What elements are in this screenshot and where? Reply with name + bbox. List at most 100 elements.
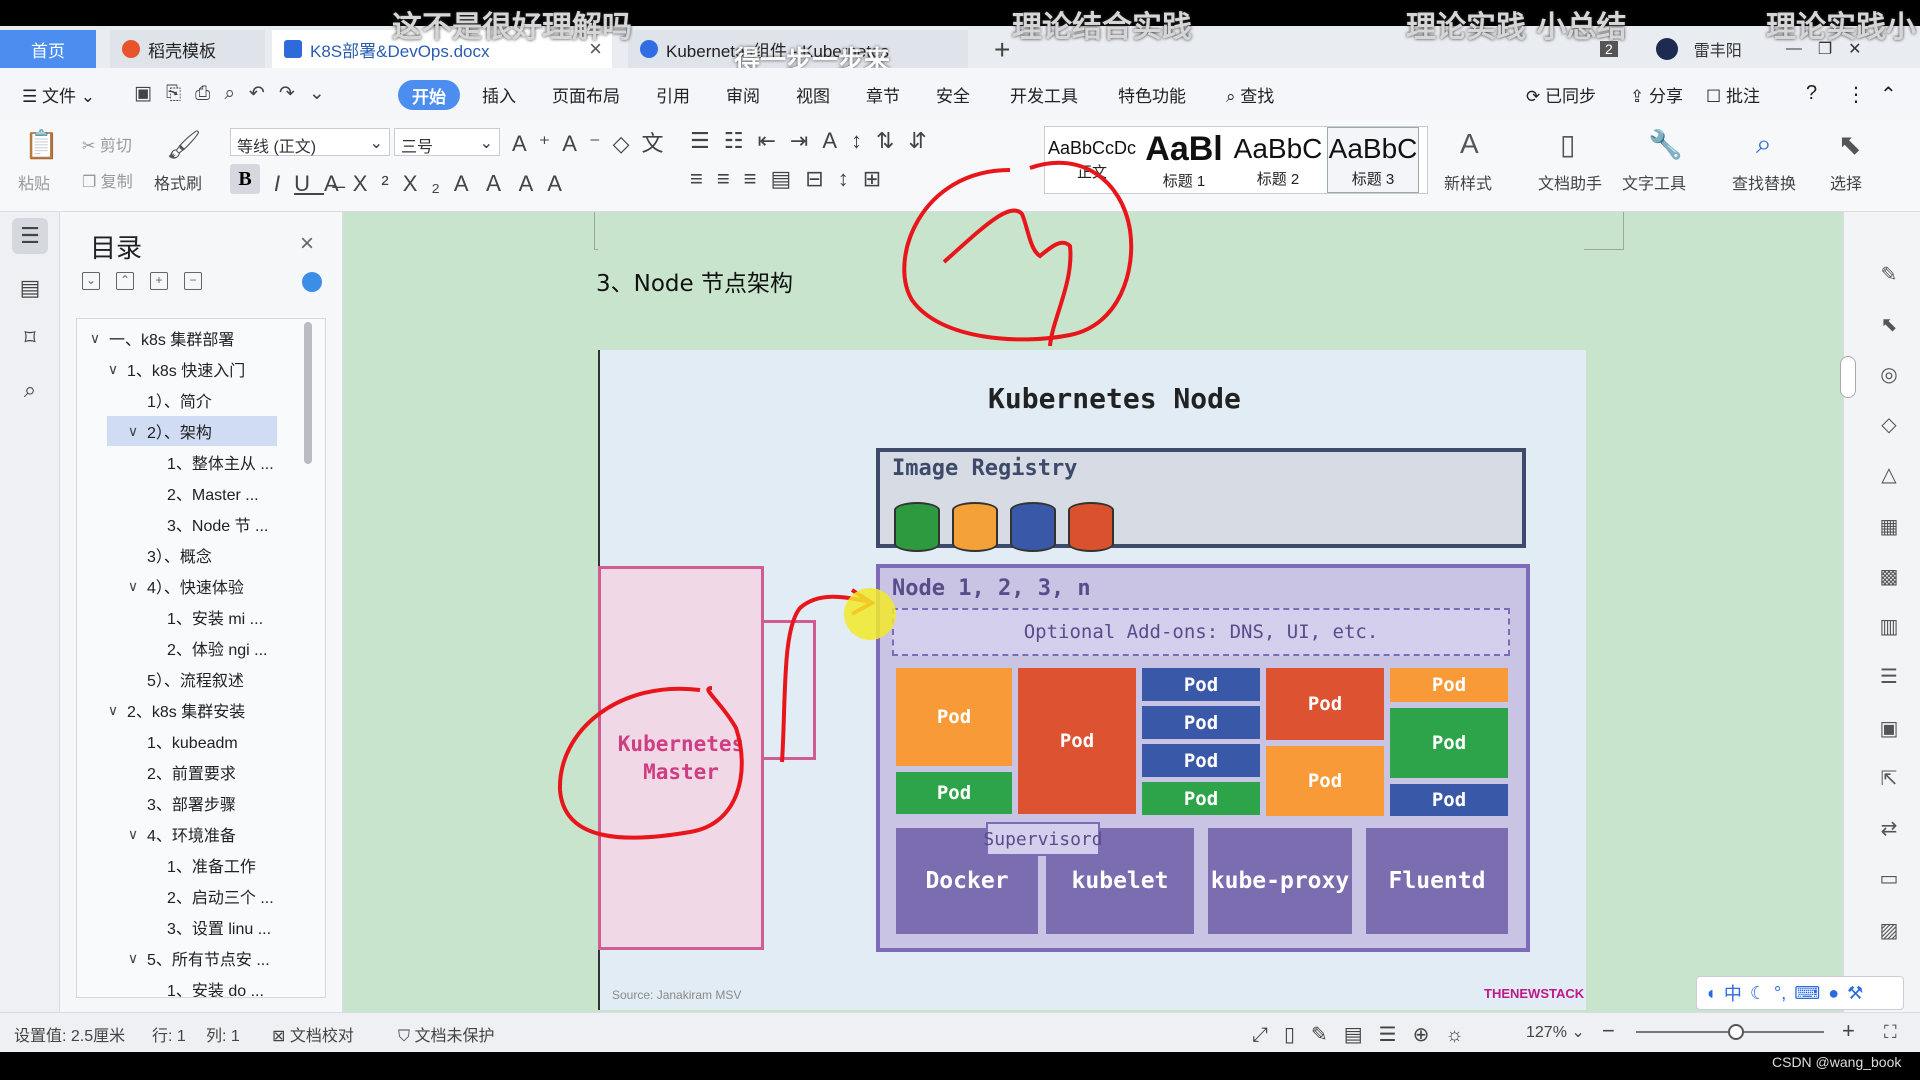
select-label[interactable]: 选择: [1830, 170, 1862, 194]
paragraph-buttons-row1[interactable]: ☰☷⇤⇥A↕⇅⇵: [690, 128, 941, 154]
maximize-icon[interactable]: ❐: [1818, 39, 1832, 59]
pointer-icon[interactable]: ⬉: [1876, 312, 1902, 338]
outline-item[interactable]: 2、前置要求: [77, 757, 309, 787]
collapse-icon[interactable]: ⌃: [116, 272, 134, 290]
outline-item[interactable]: ∨ 4、环境准备: [77, 819, 309, 849]
font-grow-shrink-clear[interactable]: A⁺A⁻◇文: [512, 126, 676, 158]
scrollbar-thumb[interactable]: [1840, 356, 1856, 398]
zoom-slider-handle[interactable]: [1728, 1024, 1744, 1040]
fit-icon[interactable]: ⛶: [1884, 1022, 1897, 1043]
chevron-down-icon[interactable]: ∨: [87, 330, 103, 347]
tab-review[interactable]: 审阅: [726, 82, 760, 107]
outline-item[interactable]: 1、整体主从 ...: [77, 447, 309, 477]
chevron-down-icon[interactable]: ∨: [125, 826, 141, 843]
add-icon[interactable]: +: [150, 272, 168, 290]
wrench-icon[interactable]: ⚒: [1847, 983, 1863, 1004]
menu-file[interactable]: ☰ 文件 ⌄: [22, 82, 95, 107]
table-icon[interactable]: ▦: [1876, 514, 1902, 540]
style-heading-2[interactable]: AaBbC 标题 2: [1233, 127, 1323, 193]
font-format-buttons[interactable]: IUA̶X²X₂AＡAA: [274, 166, 576, 198]
copy-button[interactable]: ❐ 复制: [82, 168, 133, 192]
chevron-down-icon[interactable]: ∨: [125, 578, 141, 595]
zoom-level[interactable]: 127% ⌄: [1526, 1022, 1585, 1042]
outline-item[interactable]: 2、启动三个 ...: [77, 881, 309, 911]
tab-view[interactable]: 视图: [796, 82, 830, 107]
user-icon[interactable]: ●: [1828, 983, 1839, 1004]
cut-button[interactable]: ✂ 剪切: [82, 132, 132, 156]
outline-item[interactable]: ∨ 5、所有节点安 ...: [77, 943, 309, 973]
share-button[interactable]: ⇪ 分享: [1630, 82, 1683, 107]
outline-item[interactable]: 1、准备工作: [77, 850, 309, 880]
tab-home[interactable]: 首页: [0, 30, 96, 68]
new-style-icon[interactable]: A: [1460, 128, 1479, 160]
wrench-icon[interactable]: 🔧: [1648, 128, 1683, 161]
minimize-icon[interactable]: —: [1786, 40, 1802, 58]
new-style-label[interactable]: 新样式: [1444, 170, 1492, 194]
new-tab-button[interactable]: +: [994, 34, 1010, 66]
outline-item[interactable]: 3、设置 linu ...: [77, 912, 309, 942]
collapse-ribbon-icon[interactable]: ⌃: [1880, 82, 1897, 107]
cloud-icon[interactable]: [302, 272, 322, 292]
doc-assistant-label[interactable]: 文档助手: [1538, 170, 1602, 194]
find-replace-label[interactable]: 查找替换: [1732, 170, 1796, 194]
format-painter-icon[interactable]: 🖌: [166, 128, 202, 161]
ime-chinese-icon[interactable]: 中: [1724, 980, 1742, 1006]
close-icon[interactable]: ×: [300, 230, 314, 258]
tab-developer[interactable]: 开发工具: [1010, 82, 1078, 107]
tab-page-layout[interactable]: 页面布局: [552, 82, 620, 107]
zoom-out-button[interactable]: −: [1602, 1018, 1615, 1044]
chevron-down-icon[interactable]: ∨: [125, 423, 141, 440]
doc-assistant-icon[interactable]: ▯: [1560, 128, 1575, 161]
outline-item[interactable]: 1、安装 do ...: [77, 974, 309, 997]
punctuation-icon[interactable]: °,: [1774, 983, 1786, 1004]
chevron-down-icon[interactable]: ∨: [125, 950, 141, 967]
outline-item[interactable]: 2、Master ...: [77, 478, 309, 508]
outline-item[interactable]: 1、安装 mi ...: [77, 602, 309, 632]
help-icon[interactable]: ?: [1806, 82, 1817, 105]
shapes-icon[interactable]: ◇: [1876, 412, 1902, 438]
chevron-down-icon[interactable]: ∨: [105, 361, 121, 378]
outline-item[interactable]: ∨ 4）、快速体验: [77, 571, 309, 601]
more-icon[interactable]: ⋮: [1846, 82, 1866, 107]
window-close-icon[interactable]: ✕: [1848, 39, 1861, 59]
protect-status[interactable]: ⛉ 文档未保护: [398, 1022, 494, 1046]
settings-icon[interactable]: ☰: [1876, 664, 1902, 690]
tab-template[interactable]: 稻壳模板: [110, 30, 265, 68]
style-heading-1[interactable]: AaBl 标题 1: [1139, 127, 1229, 193]
edit-icon[interactable]: ✎: [1876, 262, 1902, 288]
translate-icon[interactable]: ⇄: [1876, 816, 1902, 842]
style-heading-3[interactable]: AaBbC 标题 3: [1327, 127, 1419, 193]
section-heading[interactable]: 3、Node 节点架构: [596, 264, 793, 298]
outline-item[interactable]: ∨ 1、k8s 快速入门: [77, 354, 309, 384]
outline-item[interactable]: 3、Node 节 ...: [77, 509, 309, 539]
paint-icon[interactable]: △: [1876, 462, 1902, 488]
bold-button[interactable]: B: [230, 164, 260, 194]
paste-icon[interactable]: 📋: [24, 128, 59, 161]
outline-item[interactable]: ∨ 一、k8s 集群部署: [77, 323, 309, 353]
nav-scrollbar[interactable]: [304, 322, 312, 464]
tab-start[interactable]: 开始: [398, 80, 460, 110]
proofread-button[interactable]: ⊠ 文档校对: [272, 1022, 354, 1046]
outline-item[interactable]: ∨ 2、k8s 集群安装: [77, 695, 309, 725]
keyboard-icon[interactable]: ⌨: [1794, 983, 1820, 1004]
tab-insert[interactable]: 插入: [482, 82, 516, 107]
export-icon[interactable]: ⇱: [1876, 766, 1902, 792]
page-icon[interactable]: ▤: [12, 270, 48, 306]
ime-toolbar[interactable]: ◖ 中 ☾ °, ⌨ ● ⚒: [1696, 976, 1904, 1010]
archive-icon[interactable]: ▭: [1876, 866, 1902, 892]
font-family-select[interactable]: 等线 (正文) ⌄: [230, 128, 390, 156]
target-icon[interactable]: ◎: [1876, 362, 1902, 388]
image-icon[interactable]: ▣: [1876, 716, 1902, 742]
tab-references[interactable]: 引用: [656, 82, 690, 107]
status-setting[interactable]: 设置值: 2.5厘米: [14, 1022, 125, 1046]
style-normal[interactable]: AaBbCcDc 正文: [1048, 127, 1136, 193]
outline-item[interactable]: 5）、流程叙述: [77, 664, 309, 694]
paragraph-buttons-row2[interactable]: ≡≡≡▤⊟↕⊞: [690, 166, 895, 192]
comment-button[interactable]: ☐ 批注: [1706, 82, 1760, 107]
remove-icon[interactable]: −: [184, 272, 202, 290]
picture-icon[interactable]: ▨: [1876, 918, 1902, 944]
outline-item[interactable]: 1）、简介: [77, 385, 309, 415]
chart-icon[interactable]: ▥: [1876, 614, 1902, 640]
outline-item[interactable]: 1、kubeadm: [77, 726, 309, 756]
chevron-down-icon[interactable]: ∨: [105, 702, 121, 719]
